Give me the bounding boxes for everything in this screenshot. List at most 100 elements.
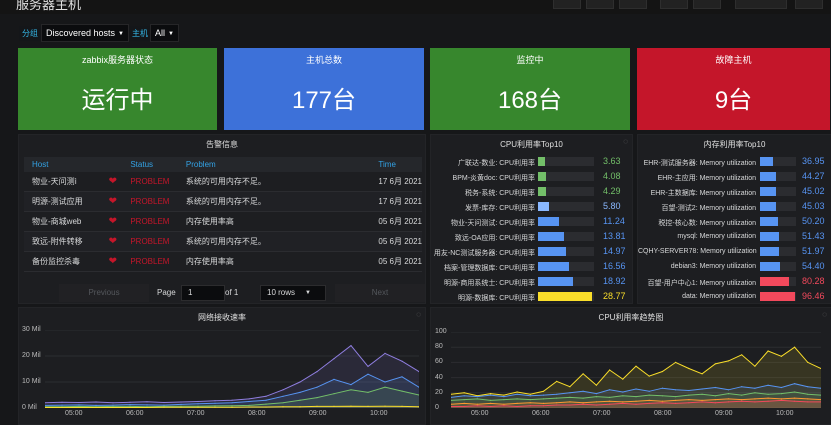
add-panel-button[interactable]	[553, 0, 581, 9]
data-point	[333, 405, 335, 407]
data-point	[282, 389, 284, 391]
data-point	[78, 404, 80, 406]
y-tick-label: 20 Mil	[22, 352, 41, 359]
data-point	[807, 398, 809, 400]
data-point	[741, 386, 743, 388]
data-point	[214, 402, 216, 404]
cell-host: 备份监控杀毒	[24, 251, 109, 272]
bar-value: 54.40	[802, 261, 825, 271]
data-point	[741, 394, 743, 396]
cell-host: 物业-天问测ì	[24, 172, 109, 192]
data-point	[675, 402, 677, 404]
data-point	[316, 386, 318, 388]
table-row[interactable]: 致远-附件转移 ❤ PROBLEM 系统的可用内存不足。 05 6月 2021	[24, 231, 422, 252]
rows-per-page-value: 10 rows	[267, 288, 296, 297]
panel-title: CPU利用率趋势图	[598, 313, 664, 322]
star-button[interactable]	[586, 0, 614, 9]
data-point	[542, 405, 545, 407]
data-point	[741, 400, 743, 402]
info-icon[interactable]: ◌	[416, 310, 421, 319]
settings-button[interactable]	[693, 0, 721, 9]
data-point	[569, 401, 571, 403]
data-point	[767, 393, 769, 395]
cell-problem: 系统的可用内存不足。	[177, 231, 371, 252]
rows-per-page-select[interactable]: 10 rows ▼	[260, 285, 326, 301]
bar-label: CQHY-SERVER78: Memory utilization	[638, 248, 757, 255]
column-header-problem[interactable]: Problem	[177, 157, 371, 172]
info-icon[interactable]: ◌	[623, 137, 628, 146]
table-row[interactable]: 明源-测试应用 ❤ PROBLEM 系统的可用内存不足。 17 6月 2021	[24, 191, 422, 212]
dashboard-title: 服务器主机	[16, 0, 82, 12]
y-tick-label: 40	[435, 373, 443, 381]
data-point	[231, 406, 233, 408]
data-point	[350, 345, 352, 347]
data-point	[163, 406, 165, 408]
info-icon[interactable]: ◌	[822, 310, 827, 319]
data-point	[299, 399, 301, 401]
data-point	[503, 399, 505, 401]
time-range-picker[interactable]	[735, 0, 787, 9]
previous-page-button[interactable]: Previous	[59, 284, 149, 302]
table-row[interactable]: 物业-商城web ❤ PROBLEM 内存使用率高 05 6月 2021	[24, 211, 422, 232]
data-point	[299, 381, 301, 383]
x-tick-label: 09:00	[715, 410, 733, 417]
cell-time: 17 6月 2021	[370, 172, 422, 192]
data-point	[675, 389, 677, 391]
host-variable-select[interactable]: All ▼	[150, 24, 179, 42]
data-point	[503, 396, 505, 398]
x-tick-label: 10:00	[370, 410, 388, 417]
table-row[interactable]: 备份监控杀毒 ❤ PROBLEM 内存使用率高 05 6月 2021	[24, 251, 422, 272]
data-point	[595, 396, 597, 398]
data-point	[714, 363, 716, 365]
data-point	[146, 401, 148, 403]
data-point	[727, 393, 730, 395]
stat-title: zabbix服务器状态	[81, 55, 154, 65]
data-point	[688, 367, 690, 370]
column-header-status[interactable]: Status	[122, 157, 178, 172]
data-point	[542, 398, 545, 400]
bar-label: 明源-数据库: CPU利用率	[458, 295, 535, 302]
data-point	[780, 355, 782, 357]
data-point	[333, 358, 335, 360]
refresh-button[interactable]	[795, 0, 823, 9]
data-point	[367, 365, 369, 367]
bar-fill	[760, 202, 776, 211]
y-tick-label: 80	[435, 343, 443, 351]
top-bar: 服务器主机	[0, 0, 831, 14]
column-header-time[interactable]: Time	[370, 157, 422, 172]
data-point	[714, 399, 716, 401]
data-point	[316, 371, 318, 373]
data-point	[490, 393, 492, 395]
data-point	[595, 384, 597, 386]
data-point	[780, 393, 782, 395]
bar-fill	[760, 172, 776, 181]
data-point	[367, 391, 369, 393]
data-point	[282, 395, 284, 397]
column-header-host[interactable]: Host	[24, 157, 109, 172]
data-point	[248, 404, 250, 406]
data-point	[197, 406, 199, 408]
bar-track	[538, 187, 594, 196]
next-page-button[interactable]: Next	[335, 284, 425, 302]
data-point	[714, 395, 716, 397]
data-point	[384, 381, 386, 383]
bar-gauge-row: 百望-用户中心1: Memory utilization 80.28	[638, 275, 831, 290]
share-button[interactable]	[619, 0, 647, 9]
heart-broken-icon: ❤	[108, 211, 123, 232]
heart-broken-icon: ❤	[108, 251, 123, 272]
table-row[interactable]: 物业-天问测ì ❤ PROBLEM 系统的可用内存不足。 17 6月 2021	[24, 172, 422, 192]
data-point	[688, 399, 690, 401]
bar-value: 16.56	[603, 261, 626, 271]
bar-fill	[760, 157, 773, 166]
data-point	[490, 405, 492, 408]
data-point	[661, 395, 663, 397]
group-variable-select[interactable]: Discovered hosts ▼	[41, 24, 129, 42]
data-point	[516, 405, 518, 408]
panel-title: 内存利用率Top10	[703, 140, 766, 149]
bar-fill	[538, 277, 573, 286]
save-button[interactable]	[660, 0, 688, 9]
bar-fill	[760, 292, 795, 301]
bar-fill	[760, 232, 779, 241]
page-number-input[interactable]: 1	[181, 285, 225, 301]
data-point	[622, 378, 624, 380]
